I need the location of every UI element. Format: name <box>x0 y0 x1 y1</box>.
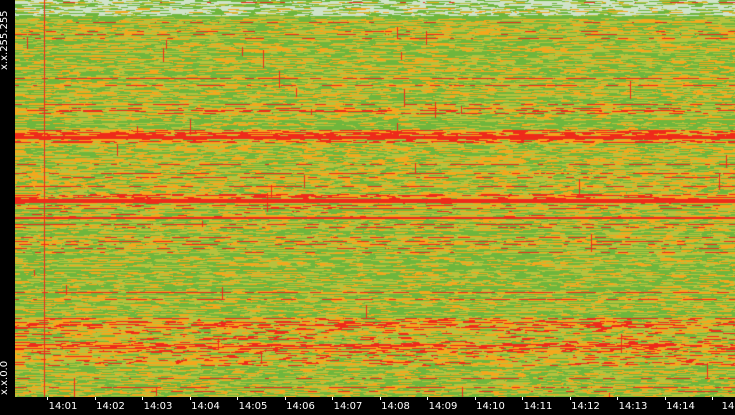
x-tick-label: 14:11 <box>523 401 553 412</box>
x-tick-label: 14:01 <box>48 401 78 412</box>
x-tick-label: 14 <box>721 401 735 412</box>
heatmap-plot-area[interactable] <box>15 0 735 397</box>
y-axis-strip: x.x.255.255 x.x.0.0 <box>0 0 15 415</box>
y-tick-label-bottom: x.x.0.0 <box>0 360 10 395</box>
x-tick <box>332 397 333 400</box>
x-tick-label: 14:05 <box>238 401 268 412</box>
x-tick-label: 14:02 <box>96 401 125 412</box>
x-tick-label: 14:12 <box>571 401 600 412</box>
x-tick <box>569 397 571 400</box>
x-tick-label: 14:14 <box>666 401 695 412</box>
x-tick <box>427 397 428 400</box>
x-tick <box>284 397 286 400</box>
x-tick <box>617 397 618 400</box>
x-tick-label: 14:07 <box>333 401 363 412</box>
heatmap-view: x.x.255.255 x.x.0.0 14:01 14:02 14:03 14:04… <box>0 0 735 415</box>
x-tick <box>379 397 381 400</box>
x-tick <box>522 397 523 400</box>
x-tick-label: 14:10 <box>476 401 505 412</box>
x-tick-label: 14:13 <box>618 401 648 412</box>
x-tick <box>664 397 666 400</box>
x-tick <box>474 397 476 400</box>
x-tick <box>712 397 713 400</box>
x-tick-label: 14:06 <box>286 401 315 412</box>
x-tick-label: 14:09 <box>428 401 458 412</box>
x-tick <box>189 397 191 400</box>
x-tick <box>142 397 143 400</box>
x-tick <box>237 397 238 400</box>
x-tick-label: 14:04 <box>191 401 220 412</box>
x-tick-label: 14:03 <box>143 401 173 412</box>
x-tick <box>94 397 96 400</box>
y-tick-label-top: x.x.255.255 <box>0 10 10 70</box>
x-tick-label: 14:08 <box>381 401 410 412</box>
x-tick <box>47 397 48 400</box>
